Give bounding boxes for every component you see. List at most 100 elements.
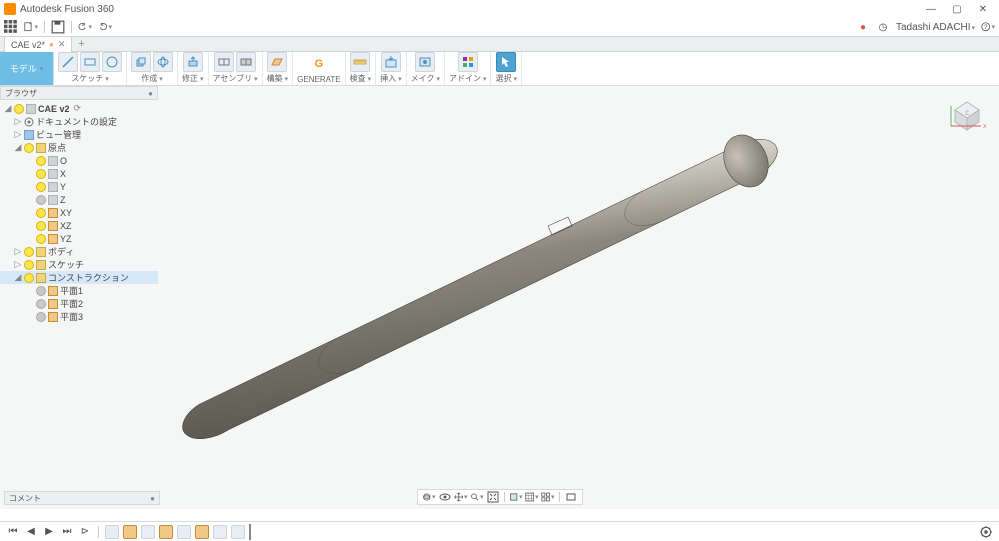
tl-feature[interactable] (195, 525, 209, 539)
tree-origin-xy[interactable]: XY (0, 206, 158, 219)
viewport-button[interactable] (541, 490, 555, 504)
tl-play-button[interactable]: ⊳ (78, 525, 92, 539)
tree-origin-x[interactable]: X (0, 167, 158, 180)
panel-label[interactable]: 選択 (495, 73, 517, 84)
tl-end-button[interactable]: ⏭ (60, 525, 74, 539)
panel-label[interactable]: 作成 (141, 73, 163, 84)
browser-header[interactable]: ブラウザ ● (0, 86, 158, 100)
fit-button[interactable] (486, 490, 500, 504)
panel-create: 作成 (127, 52, 178, 85)
panel-label[interactable]: GENERATE (297, 75, 340, 84)
panel-label[interactable]: 検査 (350, 73, 372, 84)
tl-feature[interactable] (177, 525, 191, 539)
tree-bodies[interactable]: ▷ボディ (0, 245, 158, 258)
tl-fwd-button[interactable]: ▶ (42, 525, 56, 539)
panel-label[interactable]: スケッチ (71, 73, 109, 84)
job-status-icon[interactable]: ◷ (876, 20, 890, 34)
sketch-circle-icon[interactable] (102, 52, 122, 72)
record-icon[interactable]: ● (856, 20, 870, 34)
pin-icon[interactable]: ● (148, 89, 153, 98)
file-tab-close[interactable]: ✕ (58, 39, 66, 50)
panel-label[interactable]: アセンブリ (213, 73, 258, 84)
tree-origin-xz[interactable]: XZ (0, 219, 158, 232)
new-tab-button[interactable]: + (74, 37, 88, 51)
close-button[interactable]: ✕ (977, 3, 989, 15)
tree-origin-o[interactable]: O (0, 154, 158, 167)
generate-icon[interactable]: G (309, 54, 329, 74)
tree-plane1[interactable]: 平面1 (0, 284, 158, 297)
panel-construct: 構築 (263, 52, 294, 85)
addins-icon[interactable] (458, 52, 478, 72)
grid-button[interactable] (525, 490, 539, 504)
separator (44, 21, 45, 33)
tl-feature[interactable] (123, 525, 137, 539)
quick-access-bar: ● ◷ Tadashi ADACHI ? (0, 18, 999, 36)
tree-origin-yz[interactable]: YZ (0, 232, 158, 245)
nav-toolbar (417, 489, 583, 505)
revolve-icon[interactable] (153, 52, 173, 72)
tl-feature[interactable] (213, 525, 227, 539)
extrude-icon[interactable] (131, 52, 151, 72)
zoom-button[interactable] (470, 490, 484, 504)
tl-back-button[interactable]: ◀ (24, 525, 38, 539)
tl-settings-button[interactable] (979, 525, 993, 539)
tree-sketches[interactable]: ▷スケッチ (0, 258, 158, 271)
insert-icon[interactable] (381, 52, 401, 72)
app-menu-button[interactable] (4, 20, 18, 34)
redo-button[interactable] (98, 20, 112, 34)
display-button[interactable] (509, 490, 523, 504)
help-button[interactable]: ? (981, 20, 995, 34)
tree-origin-y[interactable]: Y (0, 180, 158, 193)
panel-label[interactable]: 修正 (182, 73, 204, 84)
file-tabs: CAE v2* ● ✕ + (0, 36, 999, 52)
panel-sketch: スケッチ (54, 52, 127, 85)
asbuilt-icon[interactable] (236, 52, 256, 72)
sketch-line-icon[interactable] (58, 52, 78, 72)
minimize-button[interactable]: — (925, 3, 937, 15)
panel-label[interactable]: メイク (411, 73, 440, 84)
tree-origin-z[interactable]: Z (0, 193, 158, 206)
plane-icon[interactable] (267, 52, 287, 72)
panel-label[interactable]: 構築 (267, 73, 289, 84)
panel-label[interactable]: 挿入 (380, 73, 402, 84)
file-tab-label: CAE v2* (11, 40, 45, 50)
user-name[interactable]: Tadashi ADACHI (896, 22, 975, 33)
pin-icon[interactable]: ● (150, 494, 155, 503)
tl-playhead[interactable] (249, 524, 251, 540)
workspace-switcher[interactable]: モデル (0, 52, 54, 85)
maximize-button[interactable]: ▢ (951, 3, 963, 15)
tree-construction[interactable]: ◢コンストラクション (0, 271, 158, 284)
tl-feature[interactable] (105, 525, 119, 539)
tree-doc-settings[interactable]: ▷ドキュメントの設定 (0, 115, 158, 128)
tl-feature[interactable] (159, 525, 173, 539)
tree-origin[interactable]: ◢原点 (0, 141, 158, 154)
tl-feature[interactable] (231, 525, 245, 539)
orbit-button[interactable] (422, 490, 436, 504)
view-cube[interactable]: 上 X (945, 92, 989, 136)
panel-addins: アドイン (445, 52, 492, 85)
select-icon[interactable] (496, 52, 516, 72)
panel-insert: 挿入 (376, 52, 407, 85)
file-menu-button[interactable] (24, 20, 38, 34)
tree-views[interactable]: ▷ビュー管理 (0, 128, 158, 141)
file-tab-active[interactable]: CAE v2* ● ✕ (4, 36, 72, 52)
pan-button[interactable] (454, 490, 468, 504)
title-bar: Autodesk Fusion 360 — ▢ ✕ (0, 0, 999, 18)
tree-plane2[interactable]: 平面2 (0, 297, 158, 310)
undo-button[interactable] (78, 20, 92, 34)
joint-icon[interactable] (214, 52, 234, 72)
measure-icon[interactable] (350, 52, 370, 72)
look-button[interactable] (438, 490, 452, 504)
tree-root[interactable]: ◢CAE v2⟳ (0, 102, 158, 115)
tl-feature[interactable] (141, 525, 155, 539)
fullscreen-button[interactable] (564, 490, 578, 504)
make-icon[interactable] (415, 52, 435, 72)
tl-start-button[interactable]: ⏮ (6, 525, 20, 539)
panel-label[interactable]: アドイン (449, 73, 487, 84)
tree-plane3[interactable]: 平面3 (0, 310, 158, 323)
sketch-rect-icon[interactable] (80, 52, 100, 72)
comment-bar[interactable]: コメント ● (4, 491, 160, 505)
save-button[interactable] (51, 20, 65, 34)
presspull-icon[interactable] (183, 52, 203, 72)
panel-select: 選択 (491, 52, 522, 85)
